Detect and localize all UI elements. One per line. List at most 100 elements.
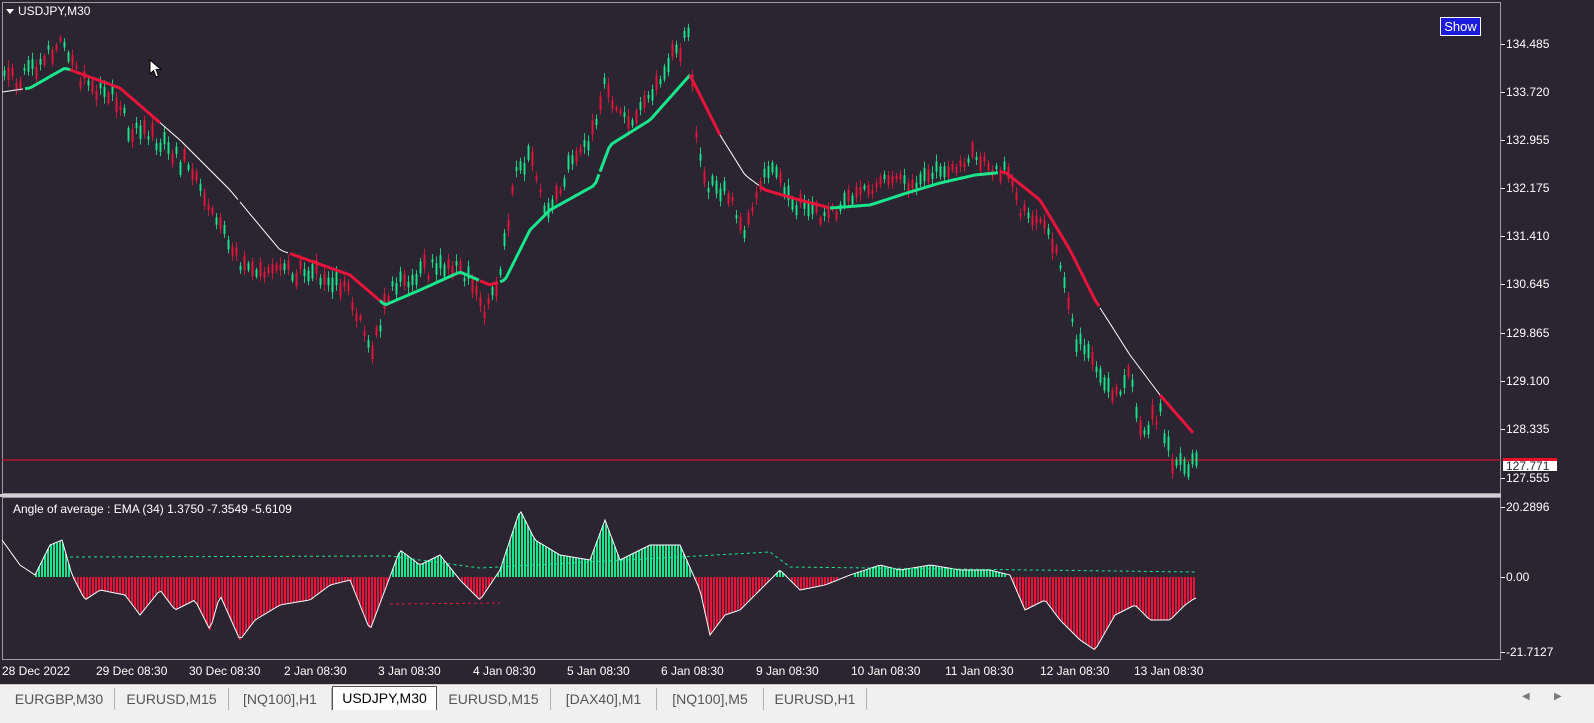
arrow-right-icon[interactable]: ▶ (1554, 691, 1562, 702)
candle-body (487, 298, 490, 305)
indicator-title: Angle of average : EMA (34) 1.3750 -7.35… (13, 502, 292, 516)
candle-body (99, 83, 102, 89)
candle-body (443, 264, 446, 277)
candle-body (1159, 403, 1162, 412)
candle-body (715, 180, 718, 194)
candle-body (1031, 215, 1034, 226)
candle-body (355, 313, 358, 322)
candle-body (843, 192, 846, 208)
candle-body (663, 66, 666, 80)
candle-body (607, 83, 610, 98)
candle-body (23, 67, 26, 71)
candle-body (435, 263, 438, 275)
tab-dax40-m1[interactable]: [DAX40],M1 (551, 688, 657, 710)
candle-body (955, 166, 958, 173)
time-label: 2 Jan 08:30 (284, 664, 347, 678)
chart-canvas[interactable] (0, 0, 1501, 661)
symbol-title-label: USDJPY,M30 (18, 4, 91, 18)
candle-body (463, 278, 466, 282)
candle-body (1139, 420, 1142, 436)
candle-body (1151, 404, 1154, 420)
candle-body (887, 175, 890, 185)
candle-body (271, 264, 274, 274)
candle-body (675, 44, 678, 54)
candle-body (339, 283, 342, 297)
candle-body (1091, 352, 1094, 366)
candle-body (1131, 379, 1134, 387)
price-label: 132.175 (1506, 181, 1550, 195)
candle-body (119, 106, 122, 111)
candle-body (943, 166, 946, 178)
candle-body (407, 281, 410, 288)
symbol-title[interactable]: USDJPY,M30 (6, 4, 90, 18)
tab-usdjpy-m30[interactable]: USDJPY,M30 (332, 686, 437, 710)
candle-body (343, 281, 346, 287)
time-label: 13 Jan 08:30 (1134, 664, 1204, 678)
candle-body (771, 162, 774, 173)
time-axis[interactable]: 28 Dec 2022 29 Dec 08:30 30 Dec 08:30 2 … (0, 661, 1501, 683)
price-label: 129.865 (1506, 326, 1550, 340)
candle-body (875, 182, 878, 188)
tab-eurusd-m15-2[interactable]: EURUSD,M15 (437, 688, 551, 710)
arrow-left-icon[interactable]: ◀ (1522, 691, 1530, 702)
tab-nq100-h1[interactable]: [NQ100],H1 (229, 688, 332, 710)
candle-body (555, 185, 558, 200)
candle-body (899, 174, 902, 180)
candle-body (883, 174, 886, 180)
price-label: 129.100 (1506, 374, 1550, 388)
candle-body (3, 70, 6, 76)
candle-body (91, 80, 94, 93)
current-price-label: 127.771 (1503, 458, 1557, 472)
candle-body (1027, 212, 1030, 219)
candle-body (967, 158, 970, 163)
candle-body (835, 211, 838, 220)
show-button[interactable]: Show (1440, 17, 1481, 36)
candle-body (763, 168, 766, 178)
tab-eurgbp-m30[interactable]: EURGBP,M30 (4, 688, 115, 710)
candle-body (183, 149, 186, 161)
candle-body (211, 208, 214, 214)
candle-body (95, 91, 98, 101)
price-tick (1501, 92, 1505, 93)
candle-body (63, 41, 66, 48)
tab-nq100-m5[interactable]: [NQ100],M5 (657, 688, 764, 710)
time-label: 10 Jan 08:30 (851, 664, 921, 678)
candle-body (779, 172, 782, 183)
candle-body (643, 95, 646, 108)
candle-body (1167, 436, 1170, 451)
price-axis[interactable]: 134.485 133.720 132.955 132.175 131.410 … (1501, 0, 1594, 661)
candle-body (863, 185, 866, 190)
time-label: 29 Dec 08:30 (96, 664, 168, 678)
candle-body (667, 57, 670, 73)
candle-body (987, 162, 990, 171)
candle-body (747, 212, 750, 225)
candle-body (71, 55, 74, 66)
lower-threshold-line (389, 602, 501, 605)
candle-body (871, 189, 874, 194)
candle-body (599, 96, 602, 111)
tab-eurusd-h1[interactable]: EURUSD,H1 (764, 688, 867, 710)
candle-body (111, 86, 114, 95)
candle-body (143, 120, 146, 135)
candle-body (719, 188, 722, 202)
candle-body (755, 192, 758, 199)
candle-body (283, 263, 286, 271)
candle-body (619, 109, 622, 114)
candle-body (475, 285, 478, 295)
ema-line-segment (499, 173, 601, 284)
candle-body (791, 198, 794, 210)
candle-body (531, 151, 534, 167)
candle-body (1043, 220, 1046, 229)
candle-body (1003, 161, 1006, 170)
tab-eurusd-m15[interactable]: EURUSD,M15 (115, 688, 229, 710)
candle-body (1083, 345, 1086, 355)
candle-body (395, 282, 398, 295)
candle-body (335, 271, 338, 286)
candle-body (483, 311, 486, 319)
candle-body (879, 176, 882, 185)
candle-body (767, 166, 770, 179)
triangle-down-icon[interactable] (6, 8, 14, 14)
price-tick (1501, 333, 1505, 334)
candle-body (855, 186, 858, 198)
candle-body (711, 175, 714, 185)
